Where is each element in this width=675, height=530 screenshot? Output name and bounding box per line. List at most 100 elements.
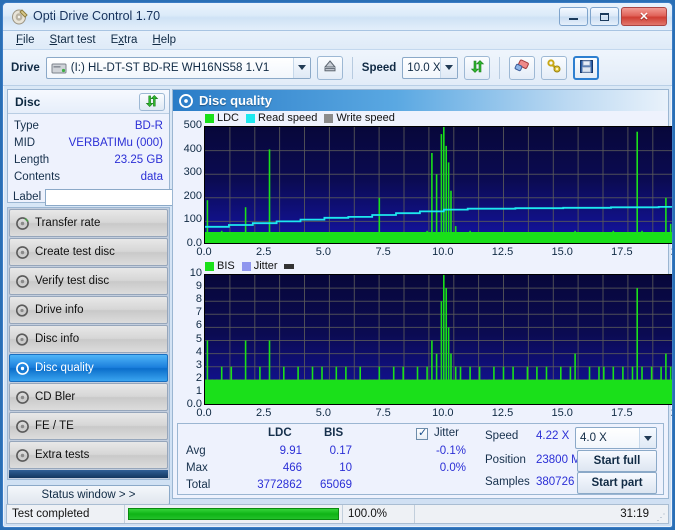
sidebar-item-label: Disc info bbox=[35, 333, 80, 345]
jitter-checkbox[interactable] bbox=[416, 426, 428, 440]
x-tick-label: 17.5 bbox=[611, 246, 633, 258]
disc-icon bbox=[16, 361, 29, 375]
minimize-button[interactable] bbox=[559, 7, 588, 26]
stats-bis-avg: 0.17 bbox=[329, 445, 352, 457]
disc-row-type-value: BD-R bbox=[134, 119, 163, 132]
refresh-icon bbox=[470, 59, 485, 77]
window-title: Opti Drive Control 1.70 bbox=[33, 9, 161, 23]
y-tick-label: 4 bbox=[195, 345, 202, 358]
x-tick-label: 10.0 bbox=[432, 407, 454, 419]
sidebar-item-create-test-disc[interactable]: Create test disc bbox=[9, 238, 168, 266]
sidebar-item-label: Create test disc bbox=[35, 246, 115, 258]
y-tick-label: 100 bbox=[183, 213, 202, 226]
start-part-button[interactable]: Start part bbox=[577, 472, 657, 494]
sidebar-item-label: Drive info bbox=[35, 304, 84, 316]
menu-item-help[interactable]: Help bbox=[145, 32, 183, 48]
maximize-button[interactable] bbox=[590, 7, 619, 26]
ldc-chart-legend: LDC Read speed Write speed bbox=[205, 112, 395, 124]
bis-chart: BIS Jitter 0.012345678910 2%4%6%8%10% 0.… bbox=[173, 260, 672, 425]
stats-header-ldc: LDC bbox=[268, 427, 292, 439]
disc-refresh-button[interactable] bbox=[139, 93, 165, 111]
ldc-plot-area[interactable] bbox=[204, 126, 672, 244]
sidebar-footer-strip bbox=[9, 470, 168, 478]
refresh-icon bbox=[145, 94, 159, 111]
speed-select[interactable]: 10.0 X bbox=[402, 56, 459, 79]
y-tick-label: 1 bbox=[195, 384, 202, 397]
y-tick-label: 10 bbox=[189, 267, 202, 279]
drive-select[interactable]: (I:) HL-DT-ST BD-RE WH16NS58 1.V1 bbox=[45, 56, 311, 79]
tools-icon bbox=[546, 58, 562, 77]
legend-label-write-speed: Write speed bbox=[336, 112, 395, 124]
legend-swatch-jitter bbox=[241, 261, 251, 271]
test-speed-select[interactable]: 4.0 X bbox=[575, 427, 657, 449]
window-controls: ✕ bbox=[559, 7, 667, 26]
disc-row-mid-value: VERBATIMu (000) bbox=[68, 136, 163, 149]
stats-ldc-total: 3772862 bbox=[257, 479, 302, 491]
toolbar-divider-1 bbox=[351, 56, 353, 79]
test-speed-chevron-down-icon[interactable] bbox=[639, 428, 656, 448]
status-window-button[interactable]: Status window > > bbox=[7, 485, 170, 505]
legend-swatch-ldc bbox=[205, 113, 214, 123]
disc-info-panel: Disc Type BD-R MID VERBATIMu (000) Lengt… bbox=[7, 89, 250, 207]
x-tick-label: 17.5 bbox=[611, 407, 633, 419]
menu-bar: File Start test Extra Help bbox=[3, 31, 672, 50]
speed-select-chevron-down-icon[interactable] bbox=[440, 57, 458, 78]
disc-row-mid: MID VERBATIMu (000) bbox=[8, 134, 169, 151]
sidebar-item-label: Transfer rate bbox=[35, 217, 101, 229]
menu-item-extra[interactable]: Extra bbox=[104, 32, 145, 48]
x-tick-label: 7.5 bbox=[375, 246, 391, 258]
drive-value: (I:) HL-DT-ST BD-RE WH16NS58 1.V1 bbox=[70, 61, 270, 74]
sidebar-item-transfer-rate[interactable]: Transfer rate bbox=[9, 209, 168, 237]
disc-quality-panel: Disc quality LDC Read speed Write speed … bbox=[172, 89, 672, 499]
status-percent: 100.0% bbox=[343, 505, 415, 523]
sidebar-item-disc-quality[interactable]: Disc quality bbox=[9, 354, 168, 382]
start-full-button[interactable]: Start full bbox=[577, 450, 657, 472]
disc-icon bbox=[179, 93, 193, 108]
y-tick-label: 3 bbox=[195, 358, 202, 371]
x-tick-label: 5.0 bbox=[315, 246, 332, 258]
x-tick-label: 0.0 bbox=[196, 407, 212, 419]
y-tick-label: 5 bbox=[195, 332, 202, 345]
erase-button[interactable] bbox=[509, 55, 536, 80]
sidebar-item-cd-bler[interactable]: CD Bler bbox=[9, 383, 168, 411]
close-button[interactable]: ✕ bbox=[621, 7, 667, 26]
progress-bar bbox=[125, 505, 343, 523]
disc-row-length-key: Length bbox=[14, 153, 50, 166]
title-bar: Opti Drive Control 1.70 ✕ bbox=[3, 3, 672, 31]
eraser-icon bbox=[514, 59, 530, 76]
sidebar-nav: Transfer rate Create test disc Verify te… bbox=[7, 207, 170, 480]
drive-select-chevron-down-icon[interactable] bbox=[292, 57, 310, 78]
legend-swatch-marker bbox=[283, 263, 294, 269]
sidebar-item-label: CD Bler bbox=[35, 391, 76, 403]
resize-grip[interactable]: ⋰ bbox=[654, 505, 668, 523]
refresh-button[interactable] bbox=[464, 55, 491, 80]
sidebar-item-disc-info[interactable]: Disc info bbox=[9, 325, 168, 353]
y-tick-label: 8 bbox=[195, 293, 202, 306]
y-tick-label: 2 bbox=[195, 371, 202, 384]
menu-item-start-test[interactable]: Start test bbox=[43, 32, 103, 48]
panel-header: Disc quality bbox=[173, 90, 668, 111]
legend-swatch-bis bbox=[205, 261, 214, 271]
legend-label-read-speed: Read speed bbox=[258, 112, 318, 124]
tools-button[interactable] bbox=[541, 55, 568, 80]
x-tick-label: 0.0 bbox=[196, 246, 212, 258]
drive-device-icon bbox=[51, 61, 67, 79]
sidebar-item-verify-test-disc[interactable]: Verify test disc bbox=[9, 267, 168, 295]
bis-plot-area[interactable] bbox=[204, 274, 672, 405]
menu-item-file[interactable]: File bbox=[9, 32, 42, 48]
menu-item-help-rest: elp bbox=[160, 34, 177, 46]
y-tick-label: 200 bbox=[183, 189, 202, 202]
sidebar-item-extra-tests[interactable]: Extra tests bbox=[9, 441, 168, 469]
y-tick-label: 400 bbox=[183, 142, 202, 155]
menu-item-file-rest: ile bbox=[23, 34, 35, 46]
disc-icon bbox=[16, 419, 29, 433]
sidebar-item-drive-info[interactable]: Drive info bbox=[9, 296, 168, 324]
panel-title: Disc quality bbox=[199, 93, 272, 108]
sidebar-item-label: Disc quality bbox=[35, 362, 94, 374]
stats-ldc-avg: 9.91 bbox=[279, 445, 302, 457]
x-tick-label: 20.0 bbox=[662, 407, 672, 419]
disc-label-key: Label bbox=[13, 191, 42, 203]
save-button[interactable] bbox=[573, 55, 600, 80]
eject-button[interactable] bbox=[316, 55, 343, 80]
sidebar-item-fe-te[interactable]: FE / TE bbox=[9, 412, 168, 440]
